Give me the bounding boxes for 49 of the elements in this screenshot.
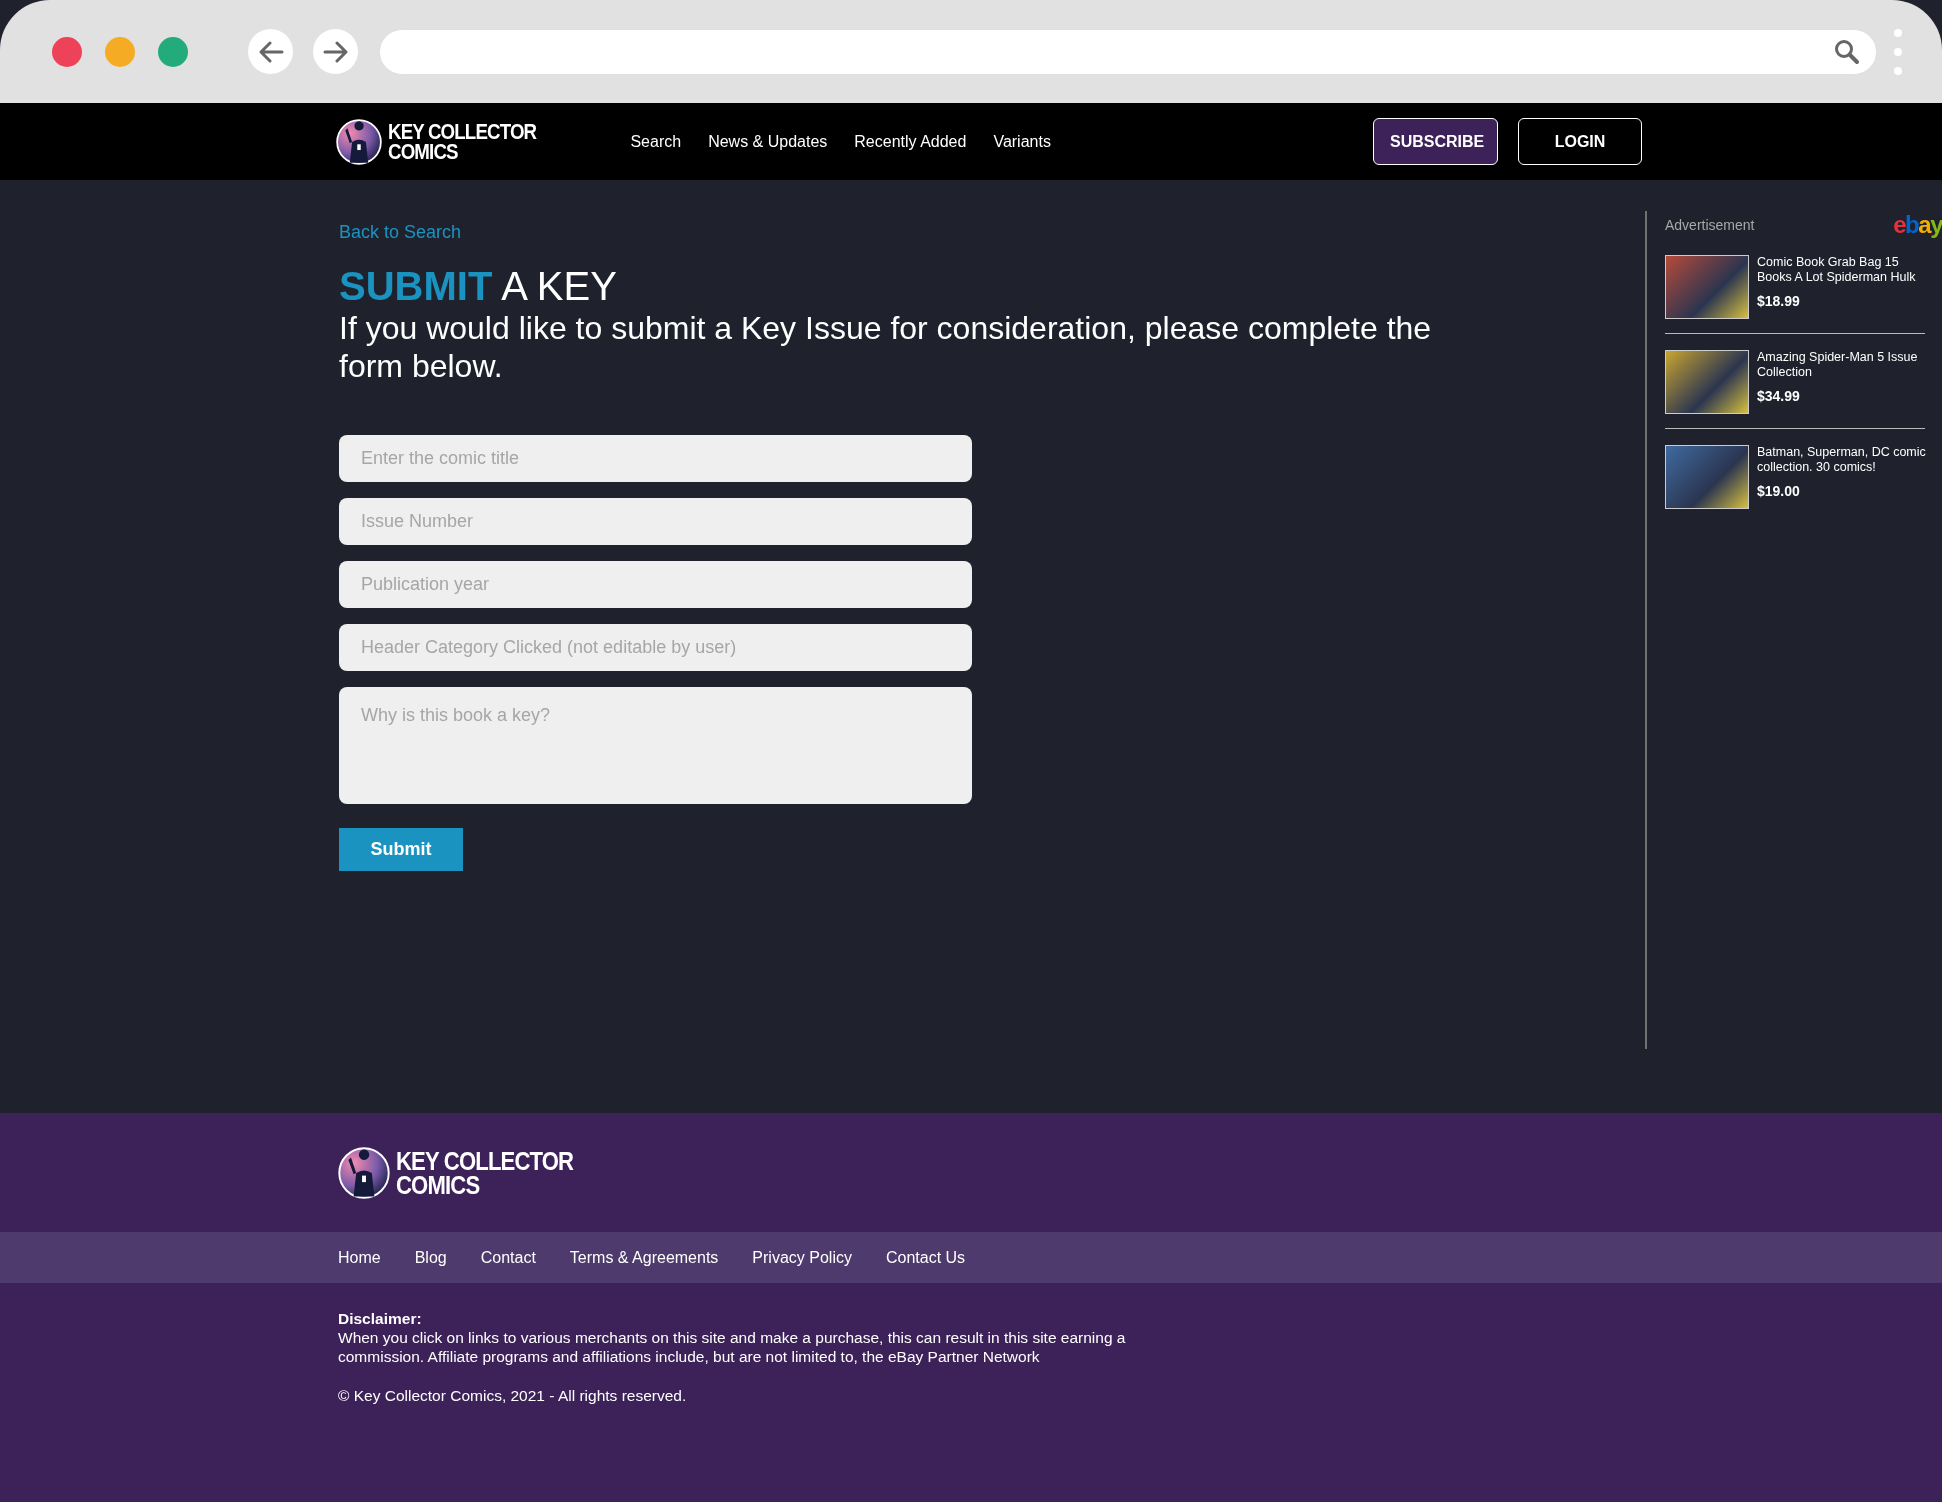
copyright-text: © Key Collector Comics, 2021 - All rights reserved. bbox=[338, 1386, 688, 1405]
subscribe-button[interactable]: SUBSCRIBE bbox=[1373, 118, 1498, 165]
minimize-window-dot[interactable] bbox=[105, 36, 135, 67]
nav-link[interactable]: Variants bbox=[993, 132, 1051, 151]
logo-text: KEY COLLECTOR bbox=[388, 121, 537, 142]
ad-price: $34.99 bbox=[1757, 388, 1801, 404]
logo-text: KEY COLLECTOR bbox=[396, 1148, 574, 1173]
arrow-left-icon bbox=[257, 40, 284, 63]
ebay-logo: ebay bbox=[1893, 211, 1942, 239]
back-link[interactable]: Back to Search bbox=[339, 222, 462, 242]
page-subtitle: If you would like to submit a Key Issue for consideration, please complete the form below. bbox=[339, 309, 1433, 385]
ad-title[interactable]: Batman, Superman, DC comic collection. 30 comics! bbox=[1757, 445, 1932, 475]
footer-link[interactable]: Blog bbox=[414, 1248, 447, 1267]
logo-icon bbox=[336, 118, 382, 165]
arrow-right-icon bbox=[322, 40, 349, 63]
disclaimer-text: When you click on links to various merchants on this site and make a purchase, this can result in this site earning a commission. Affiliate programs and affiliations include, but are not limited to, the eBay Partner Network bbox=[338, 1328, 1127, 1366]
search-icon[interactable] bbox=[1834, 38, 1860, 65]
footer-link[interactable]: Terms & Agreements bbox=[569, 1248, 719, 1267]
logo-icon bbox=[338, 1146, 390, 1199]
input-field[interactable]: Header Category Clicked (not editable by user) bbox=[339, 624, 972, 671]
nav-link[interactable]: Search bbox=[630, 132, 682, 151]
advertisement-label: Advertisement bbox=[1665, 217, 1755, 233]
logo-text: COMICS bbox=[388, 141, 458, 162]
submit-button[interactable]: Submit bbox=[339, 828, 463, 871]
close-window-dot[interactable] bbox=[52, 36, 82, 67]
maximize-window-dot[interactable] bbox=[158, 36, 188, 67]
footer-link[interactable]: Contact Us bbox=[885, 1248, 966, 1267]
nav-link[interactable]: Recently Added bbox=[854, 132, 967, 151]
ad-price: $19.00 bbox=[1757, 483, 1801, 499]
back-button[interactable] bbox=[248, 29, 293, 74]
footer-link[interactable]: Contact bbox=[480, 1248, 536, 1267]
page-title: SUBMIT A KEY bbox=[339, 263, 618, 309]
ad-title[interactable]: Amazing Spider-Man 5 Issue Collection bbox=[1757, 350, 1932, 380]
input-field[interactable]: Publication year bbox=[339, 561, 972, 608]
input-field[interactable]: Enter the comic title bbox=[339, 435, 972, 482]
text-area[interactable]: Why is this book a key? bbox=[339, 687, 972, 804]
photo-placeholder[interactable] bbox=[1665, 350, 1749, 414]
input-field[interactable]: Issue Number bbox=[339, 498, 972, 545]
photo-placeholder[interactable] bbox=[1665, 445, 1749, 509]
ad-title[interactable]: Comic Book Grab Bag 15 Books A Lot Spiderman Hulk bbox=[1757, 255, 1932, 285]
ad-price: $18.99 bbox=[1757, 293, 1801, 309]
disclaimer-heading: Disclaimer: bbox=[338, 1309, 423, 1328]
photo-placeholder[interactable] bbox=[1665, 255, 1749, 319]
footer-link[interactable]: Home bbox=[338, 1248, 381, 1267]
logo-text: COMICS bbox=[396, 1172, 480, 1197]
forward-button[interactable] bbox=[313, 29, 358, 74]
nav-link[interactable]: News & Updates bbox=[708, 132, 828, 151]
login-button[interactable]: LOGIN bbox=[1518, 118, 1642, 165]
footer-link[interactable]: Privacy Policy bbox=[752, 1248, 852, 1267]
